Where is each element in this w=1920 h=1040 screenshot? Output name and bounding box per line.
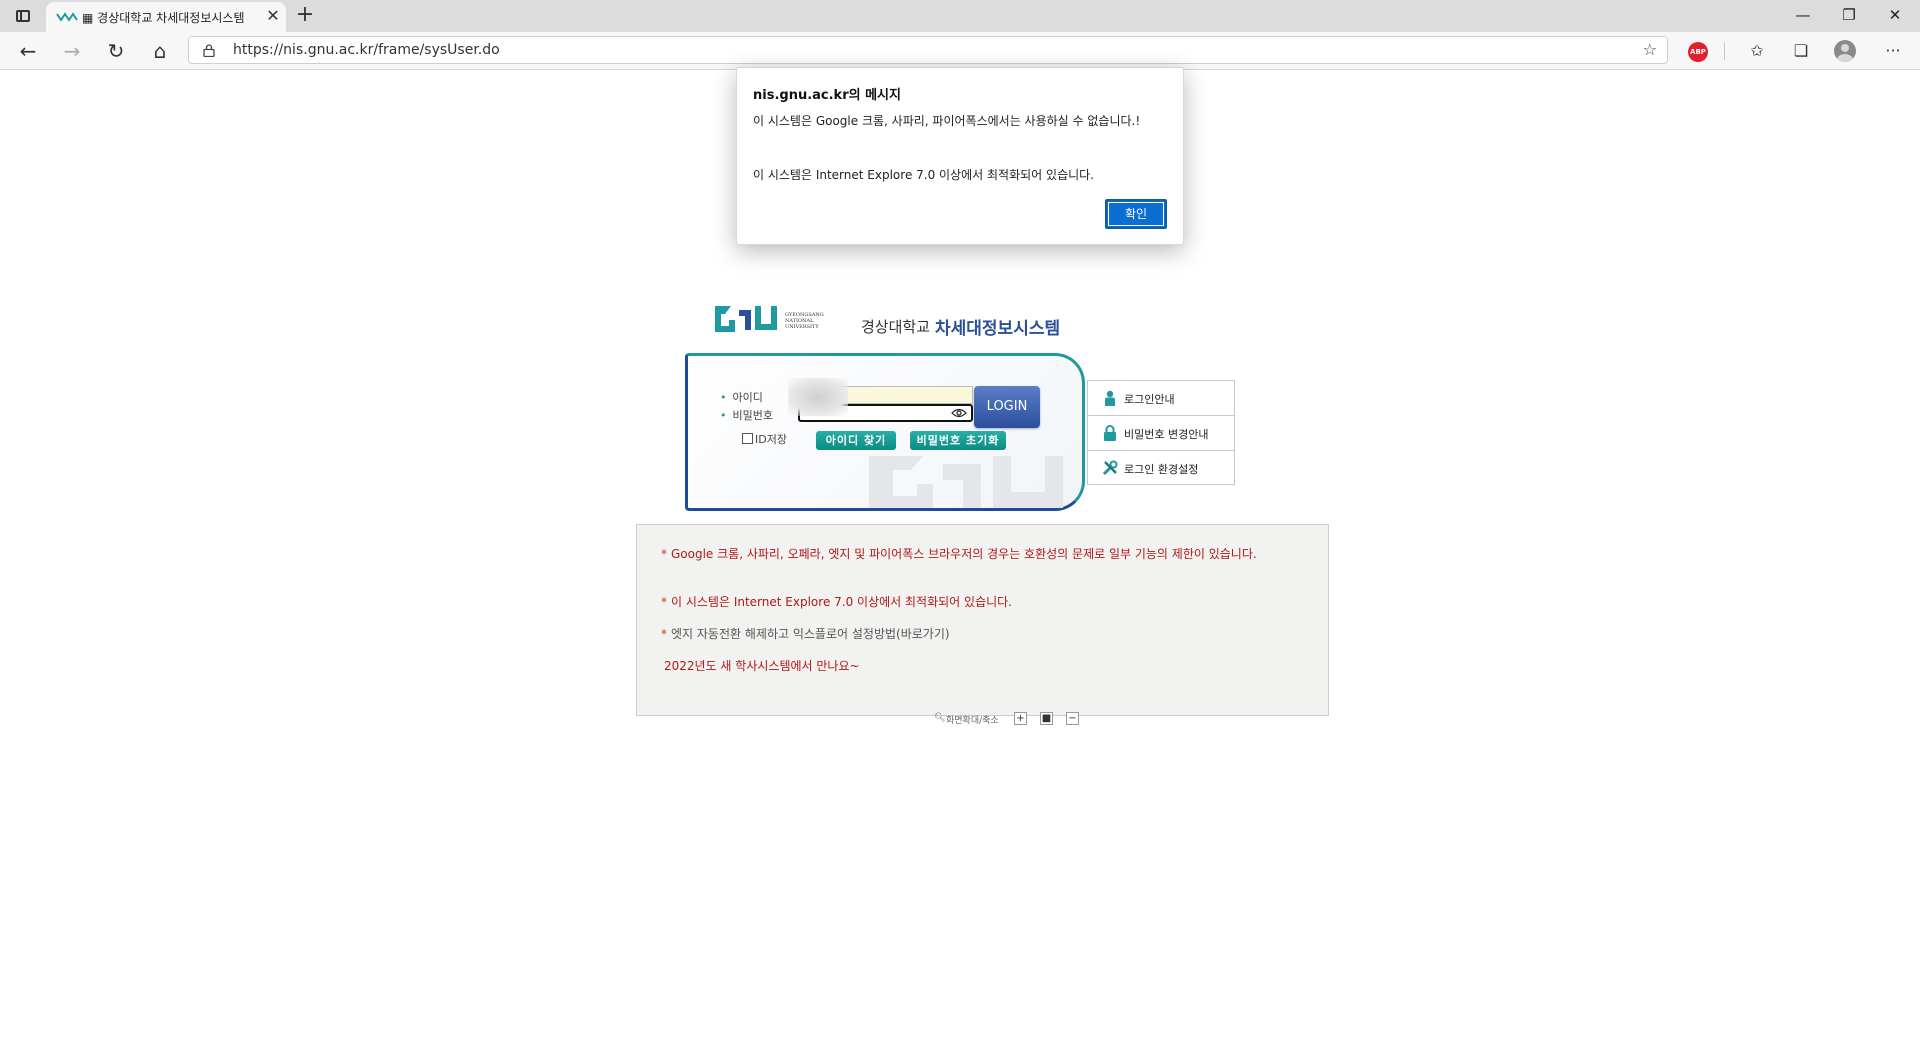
url-field[interactable]: https://nis.gnu.ac.kr/frame/sysUser.do ☆	[188, 36, 1668, 64]
new-tab-button[interactable]: +	[294, 4, 316, 27]
redacted-area	[788, 378, 848, 416]
favorites-icon[interactable]: ✩	[1744, 39, 1770, 63]
login-help-links: 로그인안내 비밀번호 변경안내 로그인 환경설정	[1087, 380, 1235, 485]
active-tab[interactable]: ▦ 경상대학교 차세대정보시스템 ✕	[46, 2, 286, 32]
person-icon	[1105, 390, 1115, 406]
alert-message-2: 이 시스템은 Internet Explore 7.0 이상에서 최적화되어 있…	[753, 168, 1094, 182]
lock-icon	[1104, 425, 1116, 441]
notice-box: * Google 크롬, 사파리, 오페라, 엣지 및 파이어폭스 브라우저의 경…	[636, 524, 1329, 716]
login-guide-link[interactable]: 로그인안내	[1088, 381, 1234, 416]
gnu-watermark	[869, 456, 1063, 508]
reveal-password-icon[interactable]	[951, 408, 967, 418]
adblock-icon[interactable]: ABP	[1688, 42, 1708, 62]
edge-settings-link[interactable]: * 엣지 자동전환 해제하고 익스플로어 설정방법(바로가기)	[661, 627, 1311, 642]
system-name: 차세대정보시스템	[935, 319, 1061, 339]
checkbox-box[interactable]	[742, 433, 753, 444]
minimize-button[interactable]: —	[1780, 0, 1826, 30]
alert-dialog: nis.gnu.ac.kr의 메시지 이 시스템은 Google 크롬, 사파리…	[736, 67, 1184, 245]
notice-browser-compat: * Google 크롬, 사파리, 오페라, 엣지 및 파이어폭스 브라우저의 경…	[661, 547, 1257, 561]
password-label: • 비밀번호	[720, 409, 773, 422]
alert-title: nis.gnu.ac.kr의 메시지	[753, 88, 901, 103]
zoom-controls: 🔍︎ 화면확대/축소 + ■ −	[934, 712, 1084, 726]
url-text: https://nis.gnu.ac.kr/frame/sysUser.do	[233, 42, 500, 58]
tab-strip: ▦ 경상대학교 차세대정보시스템 ✕ + — ❐ ✕	[0, 0, 1920, 32]
login-settings-link[interactable]: 로그인 환경설정	[1088, 451, 1234, 486]
alert-message-1: 이 시스템은 Google 크롬, 사파리, 파이어폭스에서는 사용하실 수 없…	[753, 114, 1141, 128]
site-header: GYEONGSANG NATIONAL UNIVERSITY 경상대학교 차세대…	[711, 300, 1111, 340]
zoom-out-button[interactable]: −	[1066, 712, 1079, 725]
more-menu-icon[interactable]: ···	[1880, 39, 1906, 63]
zoom-reset-button[interactable]: ■	[1040, 712, 1053, 725]
zoom-in-button[interactable]: +	[1014, 712, 1027, 725]
gnu-favicon-icon	[56, 12, 78, 22]
university-name: 경상대학교	[861, 318, 931, 336]
back-button[interactable]: ←	[14, 38, 42, 64]
password-change-guide-link[interactable]: 비밀번호 변경안내	[1088, 416, 1234, 451]
tools-icon	[1102, 460, 1118, 476]
login-button[interactable]: LOGIN	[974, 386, 1040, 428]
reset-password-button[interactable]: 비밀번호 초기화	[910, 431, 1006, 450]
tab-actions-icon	[16, 10, 30, 22]
tab-close-button[interactable]: ✕	[264, 7, 282, 25]
gnu-logo	[715, 306, 777, 332]
toolbar-separator	[1724, 42, 1725, 60]
add-favorite-icon[interactable]: ☆	[1643, 40, 1657, 59]
id-label: • 아이디	[720, 391, 763, 404]
notice-new-system: 2022년도 새 학사시스템에서 만나요~	[664, 659, 860, 673]
window-close-button[interactable]: ✕	[1872, 0, 1918, 30]
alert-ok-button[interactable]: 확인	[1105, 199, 1167, 229]
address-bar: ← → ↻ ⌂ https://nis.gnu.ac.kr/frame/sysU…	[0, 32, 1920, 70]
collections-icon[interactable]: ❏	[1788, 39, 1814, 63]
profile-avatar[interactable]	[1834, 40, 1856, 62]
tab-actions-button[interactable]	[10, 6, 36, 26]
maximize-button[interactable]: ❐	[1826, 0, 1872, 30]
notice-ie-optimized: * 이 시스템은 Internet Explore 7.0 이상에서 최적화되어 …	[661, 595, 1012, 609]
find-id-button[interactable]: 아이디 찾기	[816, 431, 896, 450]
login-panel: • 아이디 • 비밀번호 LOGIN ID저장 아이디 찾기 비밀번호 초기화	[685, 353, 1085, 511]
refresh-button[interactable]: ↻	[102, 38, 130, 64]
save-id-checkbox[interactable]: ID저장	[742, 431, 787, 447]
magnifier-icon: 🔍︎	[934, 713, 946, 723]
tab-title: ▦ 경상대학교 차세대정보시스템	[82, 11, 245, 25]
home-button[interactable]: ⌂	[146, 38, 174, 64]
lock-icon	[203, 44, 215, 57]
zoom-label: 화면확대/축소	[946, 716, 999, 726]
forward-button[interactable]: →	[58, 38, 86, 64]
logo-subtitle: GYEONGSANG NATIONAL UNIVERSITY	[785, 312, 824, 330]
